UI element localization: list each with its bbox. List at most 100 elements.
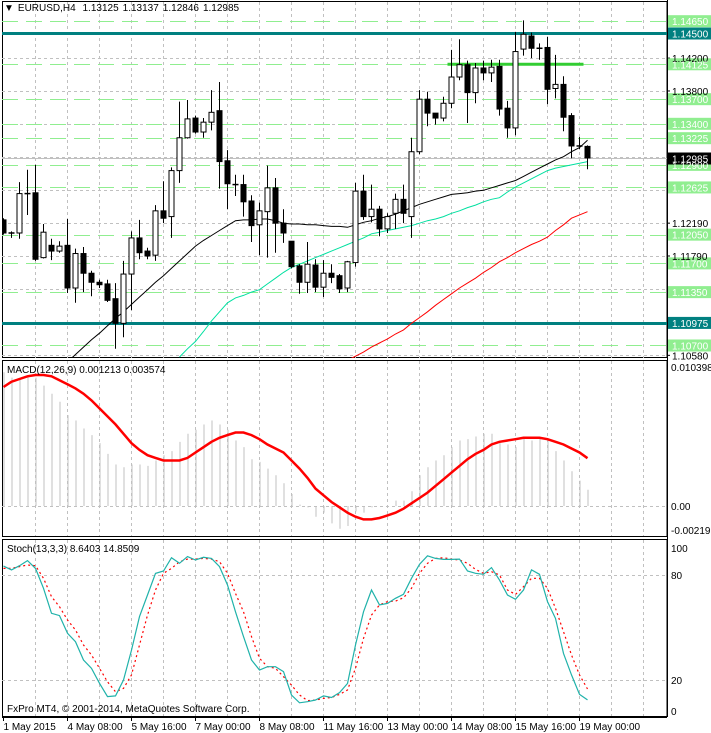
candle-body-bull [264, 187, 271, 213]
candle[interactable] [336, 274, 343, 293]
low-value: 1.12846 [162, 3, 199, 14]
candle[interactable] [536, 43, 543, 60]
candle[interactable] [344, 260, 351, 293]
candle[interactable] [32, 164, 39, 261]
candle[interactable] [312, 259, 319, 293]
candle[interactable] [272, 177, 279, 253]
candle-body-bull [128, 237, 135, 275]
candle[interactable] [1, 218, 7, 235]
candle[interactable] [320, 260, 327, 298]
candle[interactable] [240, 174, 247, 217]
candle[interactable] [408, 137, 415, 238]
level-price-label: 1.11700 [672, 259, 708, 270]
candle[interactable] [56, 241, 63, 253]
candle-body-bull [472, 67, 479, 94]
candle-body-bull [408, 151, 415, 218]
candle[interactable] [216, 81, 223, 189]
candle[interactable] [560, 76, 567, 132]
candle[interactable] [64, 219, 71, 293]
candle[interactable] [456, 39, 463, 81]
open-value: 1.13125 [82, 3, 119, 14]
candle-body-bull [176, 137, 183, 172]
stoch-axis-label: 20 [671, 676, 683, 687]
macd-plot [2, 372, 589, 529]
candle-body-bear [480, 67, 487, 74]
candle-body-bear [432, 112, 439, 119]
panel-frames [2, 1, 668, 717]
candle[interactable] [96, 279, 103, 289]
candle[interactable] [104, 279, 111, 302]
candle-body-bear [136, 237, 143, 254]
candle[interactable] [152, 205, 159, 261]
candle[interactable] [24, 169, 31, 215]
candle-body-bear [272, 187, 279, 224]
level-price-label: 1.12050 [672, 231, 709, 242]
candle-body-bull [208, 111, 215, 123]
candle[interactable] [288, 240, 295, 269]
candle-body-bear [2, 219, 7, 234]
candle-body-bear [160, 210, 167, 219]
stoch-signal-line [3, 557, 589, 702]
candle[interactable] [432, 112, 439, 125]
candle[interactable] [544, 36, 551, 105]
candle[interactable] [168, 167, 175, 238]
candle-body-bear [568, 115, 575, 147]
candle[interactable] [144, 247, 151, 260]
trading-chart[interactable]: MACD(12,26,9) 0.001213 0.003574 Stoch(13,… [0, 0, 711, 733]
candle[interactable] [496, 59, 503, 116]
copyright-text: FxPro MT4, © 2001-2014, MetaQuotes Softw… [7, 704, 249, 715]
candle-body-bear [496, 65, 503, 110]
candle-body-bear [424, 98, 431, 114]
level-price-label: 1.13400 [672, 120, 709, 131]
moving-average-red [350, 211, 588, 358]
candle[interactable] [48, 238, 55, 261]
candle-body-bear [48, 244, 55, 252]
candle-body-bull [168, 170, 175, 218]
candle[interactable] [232, 174, 239, 197]
candle-body-bull [40, 231, 47, 259]
candle[interactable] [72, 248, 79, 303]
candle-body-bear [280, 222, 287, 234]
candle[interactable] [328, 264, 335, 284]
candle-body-bull [256, 210, 263, 226]
candle[interactable] [136, 219, 143, 260]
candle[interactable] [184, 100, 191, 139]
candle[interactable] [528, 32, 535, 59]
time-axis-label: 5 May 16:00 [132, 722, 187, 733]
candle[interactable] [424, 91, 431, 127]
candle[interactable] [8, 231, 15, 238]
time-axis-label: 4 May 08:00 [68, 722, 123, 733]
candle[interactable] [512, 31, 519, 136]
candle[interactable] [40, 223, 47, 259]
candle[interactable] [128, 231, 135, 311]
candle[interactable] [360, 174, 367, 220]
candle[interactable] [472, 63, 479, 104]
candle[interactable] [200, 118, 207, 138]
candle-body-bull [368, 208, 375, 218]
candle-body-bull [16, 193, 23, 234]
candle-body-bear [192, 117, 199, 133]
candle[interactable] [464, 60, 471, 123]
candle[interactable] [256, 202, 263, 256]
candle[interactable] [568, 113, 575, 159]
stoch-axis-label: 80 [671, 571, 683, 582]
candle[interactable] [264, 165, 271, 258]
candle[interactable] [416, 90, 423, 155]
candle[interactable] [120, 260, 127, 338]
candle-body-bull [344, 261, 351, 289]
candle[interactable] [552, 54, 559, 99]
candle[interactable] [504, 100, 511, 138]
candle[interactable] [176, 101, 183, 183]
candle[interactable] [304, 242, 311, 293]
candle[interactable] [520, 20, 527, 56]
candle[interactable] [440, 96, 447, 122]
candle-body-bear [328, 272, 335, 278]
candle[interactable] [280, 209, 287, 243]
level-price-label: 1.13700 [672, 95, 709, 106]
price-axis-label: 1.12190 [672, 219, 709, 230]
triangle-down-icon[interactable]: ▼ [4, 3, 14, 14]
time-axis-label: 19 May 00:00 [580, 722, 641, 733]
candle[interactable] [192, 115, 199, 134]
candle[interactable] [352, 182, 359, 267]
candle[interactable] [80, 246, 87, 293]
